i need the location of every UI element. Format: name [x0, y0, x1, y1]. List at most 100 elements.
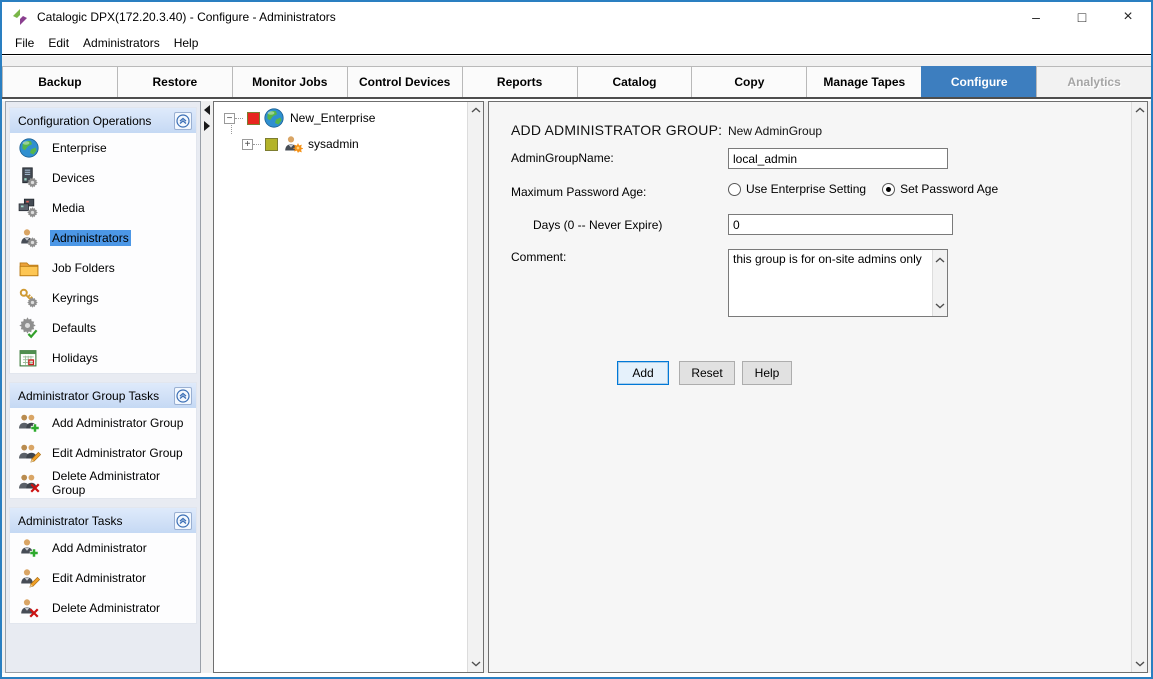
tab-backup[interactable]: Backup [2, 66, 118, 97]
tab-reports[interactable]: Reports [462, 66, 578, 97]
sidebar-item-keyrings[interactable]: Keyrings [10, 283, 196, 313]
admin-group-name-label: AdminGroupName: [511, 151, 614, 165]
folder-icon [18, 257, 42, 279]
scroll-down-icon[interactable] [932, 298, 948, 314]
tree-scrollbar[interactable] [467, 102, 483, 672]
sidebar-item-edit-administrator-group[interactable]: Edit Administrator Group [10, 438, 196, 468]
set-password-age-radio[interactable] [882, 183, 895, 196]
tab-monitor-jobs[interactable]: Monitor Jobs [232, 66, 348, 97]
close-button[interactable]: × [1105, 2, 1151, 32]
scroll-up-icon[interactable] [468, 102, 484, 118]
app-window: Catalogic DPX(172.20.3.40) - Configure -… [0, 0, 1153, 679]
tree-node-new-enterprise[interactable]: − New_Enterprise [224, 108, 375, 128]
maximize-button[interactable]: □ [1059, 2, 1105, 32]
gear-check-icon [18, 317, 42, 339]
minimize-button[interactable]: – [1013, 2, 1059, 32]
collapse-left-icon[interactable] [204, 105, 210, 115]
sidebar-item-add-administrator[interactable]: Add Administrator [10, 533, 196, 563]
menu-edit[interactable]: Edit [41, 34, 76, 52]
collapse-button[interactable] [174, 387, 192, 405]
globe-icon [18, 137, 42, 159]
help-button[interactable]: Help [742, 361, 792, 385]
tab-restore[interactable]: Restore [117, 66, 233, 97]
collapse-button[interactable] [174, 512, 192, 530]
tab-control-devices[interactable]: Control Devices [347, 66, 463, 97]
sidebar-item-devices[interactable]: Devices [10, 163, 196, 193]
reset-button[interactable]: Reset [679, 361, 735, 385]
use-enterprise-setting-label[interactable]: Use Enterprise Setting [746, 182, 866, 196]
person-add-icon [18, 537, 42, 559]
tab-manage-tapes[interactable]: Manage Tapes [806, 66, 922, 97]
sidebar-item-holidays[interactable]: Holidays [10, 343, 196, 373]
tab-analytics[interactable]: Analytics [1036, 66, 1152, 97]
sidebar-item-label: Delete Administrator [50, 600, 162, 616]
use-enterprise-setting-radio[interactable] [728, 183, 741, 196]
scroll-down-icon[interactable] [1132, 656, 1148, 672]
collapse-node-icon[interactable]: − [224, 113, 235, 124]
days-input[interactable] [728, 214, 953, 235]
scroll-up-icon[interactable] [1132, 102, 1148, 118]
person-edit-icon [18, 567, 42, 589]
catalogic-logo-icon [11, 8, 29, 26]
add-button[interactable]: Add [617, 361, 669, 385]
expand-right-icon[interactable] [204, 121, 210, 131]
section-header[interactable]: Administrator Group Tasks [10, 383, 196, 408]
collapse-button[interactable] [174, 112, 192, 130]
comment-scrollbar[interactable] [932, 250, 947, 316]
section-header[interactable]: Administrator Tasks [10, 508, 196, 533]
sidebar-item-label: Job Folders [50, 260, 117, 276]
section-title: Administrator Tasks [18, 514, 174, 528]
set-password-age-label[interactable]: Set Password Age [900, 182, 998, 196]
tree-connector [235, 118, 243, 119]
group-delete-icon [18, 472, 42, 494]
menu-file[interactable]: File [8, 34, 41, 52]
expand-node-icon[interactable]: + [242, 139, 253, 150]
tab-configure[interactable]: Configure [921, 66, 1037, 97]
tree-connector [253, 144, 261, 145]
double-chevron-up-icon [176, 114, 190, 128]
tree-node-sysadmin[interactable]: + sysadmin [242, 134, 359, 154]
tree-checkbox-olive[interactable] [265, 138, 278, 151]
tree-node-label[interactable]: New_Enterprise [290, 111, 375, 125]
person-star-icon [282, 134, 302, 154]
comment-textarea[interactable]: this group is for on-site admins only [729, 250, 932, 316]
tree-checkbox-red[interactable] [247, 112, 260, 125]
section-administrator-group-tasks: Administrator Group Tasks Add Administra… [9, 382, 197, 499]
menu-bar: File Edit Administrators Help [2, 32, 1151, 55]
tab-copy[interactable]: Copy [691, 66, 807, 97]
sidebar-item-enterprise[interactable]: Enterprise [10, 133, 196, 163]
sidebar-item-media[interactable]: Media [10, 193, 196, 223]
sidebar-item-delete-administrator[interactable]: Delete Administrator [10, 593, 196, 623]
person-delete-icon [18, 597, 42, 619]
sidebar-item-defaults[interactable]: Defaults [10, 313, 196, 343]
sidebar-item-job-folders[interactable]: Job Folders [10, 253, 196, 283]
max-password-age-label: Maximum Password Age: [511, 185, 646, 199]
tree-node-label[interactable]: sysadmin [308, 137, 359, 151]
window-controls: – □ × [1013, 2, 1151, 32]
tab-catalog[interactable]: Catalog [577, 66, 693, 97]
sidebar-item-label: Delete Administrator Group [50, 468, 196, 498]
scroll-down-icon[interactable] [468, 656, 484, 672]
sidebar-item-administrators[interactable]: Administrators [10, 223, 196, 253]
panel-scrollbar[interactable] [1131, 102, 1147, 672]
sidebar-item-add-administrator-group[interactable]: Add Administrator Group [10, 408, 196, 438]
sidebar-item-edit-administrator[interactable]: Edit Administrator [10, 563, 196, 593]
sidebar-splitter[interactable] [201, 101, 213, 673]
max-password-age-options: Use Enterprise Setting Set Password Age [728, 182, 998, 196]
scroll-up-icon[interactable] [932, 252, 948, 268]
content-area: Configuration Operations Enterprise Devi… [2, 101, 1151, 673]
calendar-icon [18, 347, 42, 369]
double-chevron-up-icon [176, 389, 190, 403]
section-header[interactable]: Configuration Operations [10, 108, 196, 133]
enterprise-tree-panel: − New_Enterprise + sysadmin [213, 101, 484, 673]
window-title: Catalogic DPX(172.20.3.40) - Configure -… [37, 10, 336, 24]
group-edit-icon [18, 442, 42, 464]
menu-administrators[interactable]: Administrators [76, 34, 167, 52]
tapes-gear-icon [18, 197, 42, 219]
sidebar-item-delete-administrator-group[interactable]: Delete Administrator Group [10, 468, 196, 498]
days-label: Days (0 -- Never Expire) [533, 218, 662, 232]
admin-group-name-input[interactable] [728, 148, 948, 169]
double-chevron-up-icon [176, 514, 190, 528]
sidebar-item-label: Add Administrator Group [50, 415, 185, 431]
menu-help[interactable]: Help [167, 34, 206, 52]
